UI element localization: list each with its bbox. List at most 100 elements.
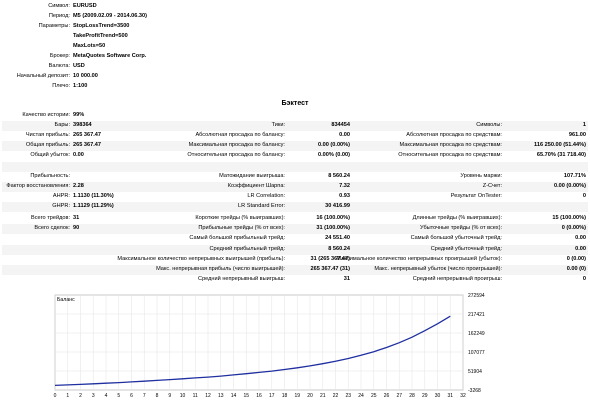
stat-value: 0.93: [339, 192, 350, 199]
stat-value: 116 250.00 (51.44%): [534, 142, 586, 149]
stat-value: 0.00 (0.00%): [553, 182, 586, 189]
x-tick-label: 10: [180, 393, 186, 399]
stat-value: 961.00: [568, 132, 586, 139]
stat-value: 24 551.40: [325, 235, 350, 242]
stat-value: 834454: [331, 122, 350, 129]
x-tick-label: 11: [193, 393, 198, 399]
stat-value: 16 (100.00%): [316, 215, 350, 221]
symbol-value: EURUSD: [73, 3, 97, 9]
stat-label: Тики:: [271, 122, 285, 129]
x-tick-label: 32: [460, 393, 466, 399]
param-stoploss: StopLossTrend=3500: [73, 23, 130, 29]
stat-label: Матожидание выигрыша:: [219, 172, 285, 179]
stat-value: 1.1129 (11.29%): [73, 202, 114, 209]
x-tick-label: 8: [156, 393, 159, 399]
stat-value: 107.71%: [563, 172, 586, 179]
x-tick-label: 9: [168, 393, 171, 399]
stat-value: 0.00: [339, 132, 350, 139]
stat-label: Средний прибыльный трейд:: [209, 245, 285, 252]
x-tick-label: 2: [79, 393, 82, 399]
stat-value: 8 560.24: [328, 172, 350, 179]
stat-label: Макс. непрерывный убыток (число проигрыш…: [374, 266, 502, 272]
chart-title: Баланс: [57, 297, 75, 303]
stat-label: Короткие трейды (% выигравших):: [195, 215, 285, 221]
x-tick-label: 25: [371, 393, 377, 399]
currency-label: Валюта:: [48, 63, 70, 69]
x-tick-label: 14: [231, 393, 237, 399]
row-shade: [2, 161, 588, 172]
stat-value: 0.00: [73, 152, 84, 159]
section-title: Бэктест: [281, 100, 309, 107]
stat-label: Уровень маржи:: [460, 172, 502, 179]
x-tick-label: 31: [447, 393, 453, 399]
stat-value: 31: [343, 276, 350, 283]
x-tick-label: 1: [66, 393, 69, 399]
stat-value: 31 (100.00%): [316, 225, 350, 232]
stat-label: Относительная просадка по балансу:: [187, 152, 285, 159]
x-tick-label: 5: [117, 393, 120, 399]
stat-label: Общий убыток:: [30, 152, 70, 159]
x-tick-label: 7: [143, 393, 146, 399]
stat-value: 1.1130 (11.30%): [73, 192, 114, 199]
stat-value: 2.28: [73, 182, 84, 189]
stat-value: 65.70% (31 718.40): [536, 152, 586, 159]
stat-value: 15 (100.00%): [552, 215, 586, 221]
stat-value: 0.00 (0.00%): [317, 142, 350, 149]
stat-label: Прибыльность:: [30, 172, 70, 179]
x-tick-label: 28: [409, 393, 415, 399]
x-tick-label: 27: [396, 393, 402, 399]
y-tick-label: 217421: [468, 312, 485, 318]
stat-value: 0.00 (0): [566, 266, 586, 272]
stat-value: 1: [582, 122, 586, 129]
stat-value: 265 367.47 (31): [310, 266, 351, 272]
x-tick-label: 24: [358, 393, 364, 399]
stat-value: 0.00% (0.00): [317, 152, 350, 159]
stat-label: Символы:: [476, 122, 502, 129]
stat-value: 0 (0.00%): [561, 225, 586, 232]
stat-label: Абсолютная просадка по балансу:: [195, 132, 285, 139]
x-tick-label: 6: [130, 393, 133, 399]
deposit-value: 10 000.00: [73, 73, 98, 79]
stat-label: Z-Счет:: [482, 182, 502, 189]
x-tick-label: 12: [205, 393, 211, 399]
stat-label: Коэффициент Шарпа:: [227, 182, 285, 189]
x-tick-label: 18: [282, 393, 288, 399]
x-tick-label: 15: [243, 393, 249, 399]
stat-value: 31: [73, 215, 80, 221]
y-tick-label: 272594: [468, 293, 485, 299]
stat-label: Бары:: [54, 122, 70, 129]
x-tick-label: 3: [92, 393, 95, 399]
stat-label: GHPR:: [52, 202, 70, 209]
stat-label: Самый большой прибыльный трейд:: [189, 235, 285, 242]
x-tick-label: 4: [105, 393, 108, 399]
stat-label: Средний непрерывный выигрыш:: [198, 276, 285, 283]
broker-value: MetaQuotes Software Corp.: [73, 53, 147, 59]
stat-label: Абсолютная просадка по средствам:: [406, 132, 502, 139]
x-tick-label: 0: [54, 393, 57, 399]
stat-label: Всего сделок:: [34, 225, 70, 232]
stat-value: 265 367.47: [73, 142, 101, 149]
stat-label: Макс. непрерывная прибыль (число выигрыш…: [156, 266, 285, 272]
stat-label: Всего трейдов:: [30, 215, 70, 221]
y-tick-label: -3268: [468, 388, 481, 394]
stat-label: Убыточные трейды (% от всех):: [420, 225, 502, 232]
stat-label: LR Standard Error:: [238, 202, 285, 209]
stat-value: 265 367.47: [73, 132, 101, 139]
stat-label: Средний убыточный трейд:: [430, 245, 502, 252]
param-takeprofit: TakeProfitTrend=500: [73, 33, 128, 39]
stat-label: Чистая прибыль:: [25, 132, 70, 139]
stat-label: Относительная просадка по средствам:: [398, 152, 502, 159]
stat-label: LR Correlation:: [247, 192, 285, 199]
balance-chart: Баланс0 1 2 3 4 5 6 7 8 9 10 11 12 13 14 15 16 17 18 19 20 21…: [54, 293, 485, 399]
stat-label: Максимальное количество непрерывных выиг…: [117, 255, 285, 262]
x-tick-label: 13: [218, 393, 224, 399]
x-tick-label: 21: [320, 393, 326, 399]
x-tick-label: 22: [333, 393, 339, 399]
symbol-label: Символ:: [48, 3, 70, 9]
y-tick-label: 51904: [468, 369, 482, 375]
x-tick-label: 20: [307, 393, 313, 399]
y-tick-label: 107077: [468, 350, 485, 356]
stat-label: Общая прибыль:: [25, 142, 70, 149]
stat-value: 0.00: [575, 235, 586, 242]
stat-value: 0.00: [575, 245, 586, 252]
